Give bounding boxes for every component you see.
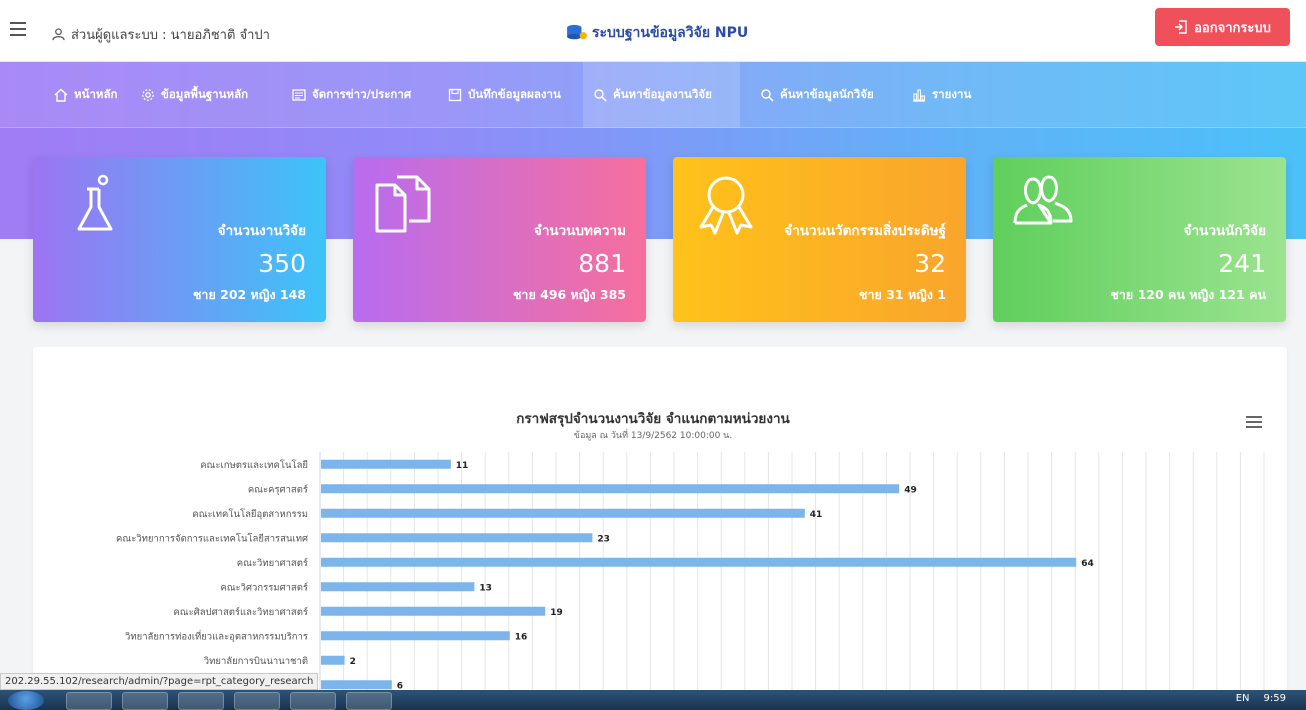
category-label: วิทยาลัยการท่องเที่ยวและอุตสาหกรรมบริการ [124,629,308,642]
bar [321,484,900,494]
taskbar-app2-icon[interactable] [290,692,336,710]
bar [321,533,593,543]
category-label: คณะศิลปศาสตร์และวิทยาศาสตร์ [173,606,308,618]
system-tray: EN 9:59 [1236,693,1286,704]
category-label: คณะครุศาสตร์ [248,483,308,495]
bar [321,508,805,518]
category-label: คณะวิศวกรรมศาสตร์ [220,581,308,593]
start-button-icon[interactable] [8,691,44,710]
taskbar-word-icon[interactable] [178,692,224,710]
data-label: 6 [397,681,403,690]
data-label: 13 [479,583,492,593]
taskbar-app-icon[interactable] [66,692,112,710]
category-label: คณะวิทยาศาสตร์ [237,557,308,569]
data-label: 19 [550,608,563,618]
taskbar-explorer-icon[interactable] [122,692,168,710]
bar [321,680,392,690]
bar [321,655,345,665]
bar [321,557,1077,567]
research-by-unit-chart: คณะเกษตรและเทคโนโลยี 11 คณะครุศาสตร์ 49 คณะเ… [116,452,1265,690]
bar [321,606,546,616]
data-label: 64 [1081,559,1094,569]
taskbar-chrome-icon[interactable] [234,692,280,710]
bar [321,582,475,592]
tray-clock: 9:59 [1263,693,1286,704]
data-label: 23 [597,534,610,544]
taskbar: EN 9:59 [0,690,1306,710]
category-label: คณะเกษตรและเทคโนโลยี [200,459,308,471]
bar [321,459,451,469]
data-label: 49 [904,485,917,495]
data-label: 2 [350,657,356,667]
data-label: 41 [810,510,823,520]
category-label: คณะเทคโนโลยีอุตสาหกรรม [192,508,308,520]
data-label: 16 [515,632,528,642]
bar [321,631,510,641]
chart-subtitle: ข้อมูล ณ วันที่ 13/9/2562 10:00:00 น. [573,431,733,441]
taskbar-app3-icon[interactable] [346,692,392,710]
chart-menu-icon[interactable] [1246,416,1262,428]
category-label: คณะวิทยาการจัดการและเทคโนโลยีสารสนเทศ [116,532,308,544]
category-label: วิทยาลัยการบินนานาชาติ [203,656,308,667]
data-label: 11 [456,461,469,471]
chart-title: กราฟสรุปจำนวนงานวิจัย จำแนกตามหน่วยงาน [516,411,790,427]
status-url: 202.29.55.102/research/admin/?page=rpt_c… [0,673,319,690]
tray-lang[interactable]: EN [1236,693,1250,704]
